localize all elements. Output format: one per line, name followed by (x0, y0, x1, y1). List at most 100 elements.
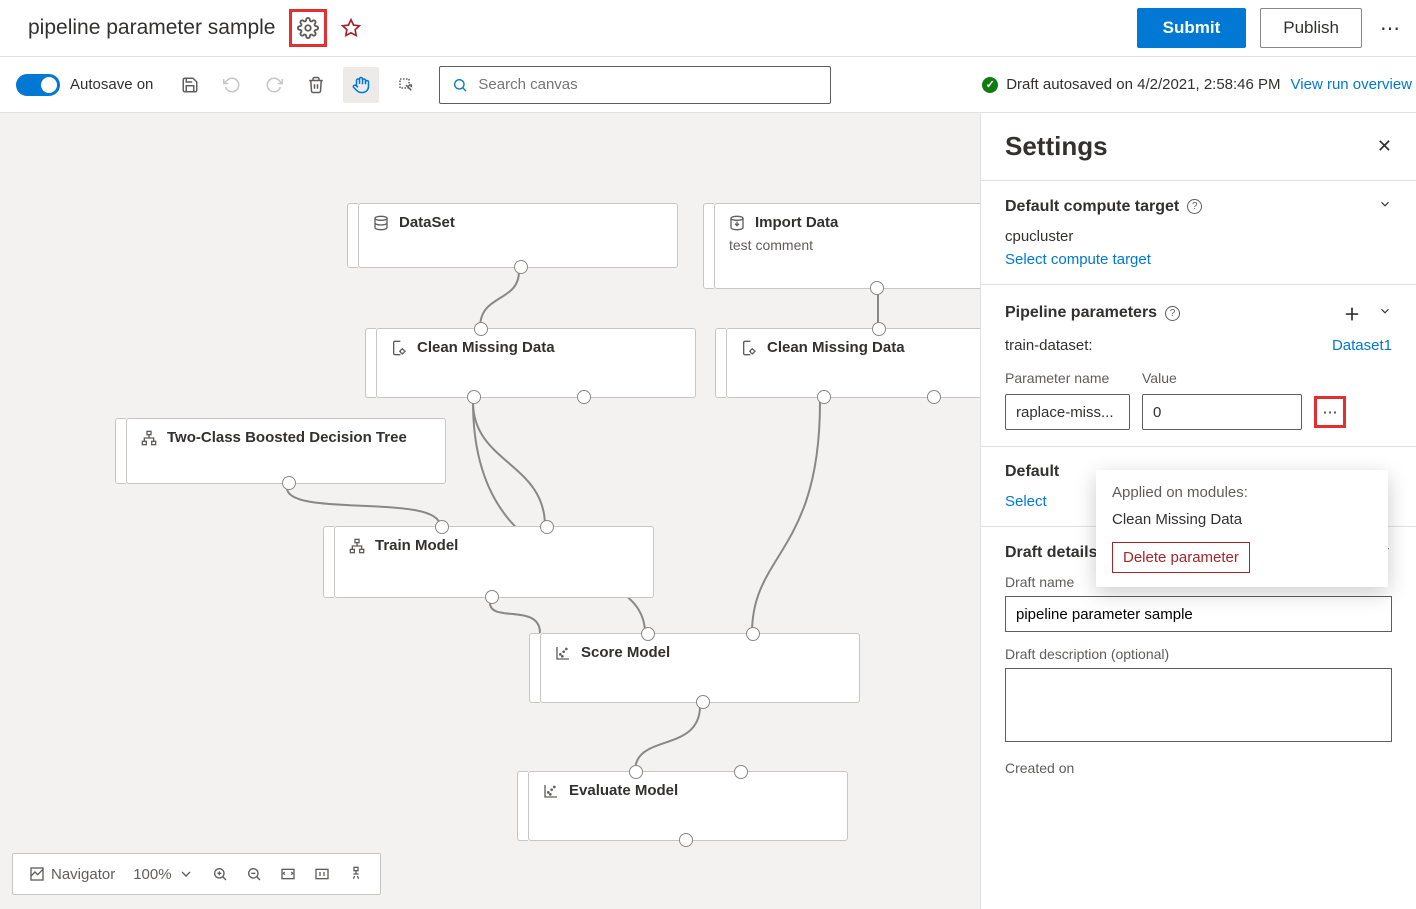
draft-heading: Draft details (1005, 544, 1097, 562)
save-button[interactable] (175, 76, 205, 94)
input-port[interactable] (435, 520, 449, 534)
input-port[interactable] (746, 627, 760, 641)
collapse-button[interactable] (1378, 304, 1392, 323)
settings-gear-button[interactable] (289, 9, 327, 47)
navigator-button[interactable]: Navigator (23, 866, 121, 883)
node-label: DataSet (399, 214, 455, 231)
output-port[interactable] (467, 390, 481, 404)
save-status: Draft autosaved on 4/2/2021, 2:58:46 PM … (982, 76, 1416, 93)
train-dataset-value[interactable]: Dataset1 (1332, 337, 1392, 354)
zoom-out-button[interactable] (240, 866, 268, 882)
output-port[interactable] (577, 390, 591, 404)
node-label: Clean Missing Data (417, 339, 555, 356)
node-label: Import Data (755, 214, 838, 231)
input-port[interactable] (474, 322, 488, 336)
navigator-icon (29, 866, 45, 882)
scatter-icon (543, 783, 559, 799)
search-canvas-input[interactable] (439, 66, 831, 104)
close-settings-button[interactable]: ✕ (1377, 136, 1392, 157)
autosave-label: Autosave on (70, 76, 153, 93)
save-status-text: Draft autosaved on 4/2/2021, 2:58:46 PM (1006, 76, 1280, 93)
node-label: Score Model (581, 644, 670, 661)
draft-name-input[interactable] (1005, 596, 1392, 632)
param-name-label: Parameter name (1005, 370, 1130, 386)
output-port[interactable] (514, 260, 528, 274)
zoom-in-button[interactable] (206, 866, 234, 882)
output-port[interactable] (679, 833, 693, 847)
params-heading: Pipeline parameters (1005, 304, 1157, 322)
undo-icon (223, 76, 241, 94)
view-run-link[interactable]: View run overview (1291, 76, 1412, 93)
search-canvas-field[interactable] (478, 76, 818, 93)
param-value-input[interactable]: 0 (1142, 394, 1302, 430)
zoom-in-icon (212, 866, 228, 882)
output-port[interactable] (870, 281, 884, 295)
collapse-button[interactable] (1378, 197, 1392, 216)
input-port[interactable] (734, 765, 748, 779)
input-port[interactable] (540, 520, 554, 534)
redo-icon (265, 76, 283, 94)
input-port[interactable] (629, 765, 643, 779)
actual-size-button[interactable] (308, 866, 336, 882)
redo-button[interactable] (259, 76, 289, 94)
node-two-class-tree[interactable]: Two-Class Boosted Decision Tree (126, 418, 446, 484)
compute-heading: Default compute target (1005, 198, 1179, 216)
bolt-icon (348, 866, 364, 882)
train-icon (349, 538, 365, 554)
select-datastore-link[interactable]: Select (1005, 493, 1047, 510)
fit-icon (280, 866, 296, 882)
node-label: Train Model (375, 537, 458, 554)
draft-desc-input[interactable] (1005, 668, 1392, 742)
node-dataset[interactable]: DataSet (358, 203, 678, 268)
select-compute-link[interactable]: Select compute target (1005, 251, 1151, 268)
auto-layout-button[interactable] (342, 866, 370, 882)
select-tool-button[interactable] (391, 76, 421, 94)
param-more-button[interactable]: ⋯ (1314, 396, 1346, 428)
save-icon (181, 76, 199, 94)
node-train-model[interactable]: Train Model (334, 526, 654, 598)
delete-parameter-button[interactable]: Delete parameter (1112, 542, 1250, 573)
output-port[interactable] (696, 695, 710, 709)
gear-icon (297, 17, 319, 39)
input-port[interactable] (641, 627, 655, 641)
bottom-toolbar: Navigator 100% (12, 853, 381, 895)
node-evaluate-model[interactable]: Evaluate Model (528, 771, 848, 841)
check-icon (982, 77, 998, 93)
zoom-select[interactable]: 100% (127, 866, 199, 883)
param-context-popup: Applied on modules: Clean Missing Data D… (1096, 470, 1388, 587)
search-icon (452, 77, 468, 93)
header-more-button[interactable]: ⋯ (1380, 16, 1400, 41)
output-port[interactable] (485, 590, 499, 604)
compute-value: cpucluster (1005, 228, 1392, 245)
favorite-star-button[interactable] (341, 18, 361, 38)
popup-module: Clean Missing Data (1112, 511, 1372, 528)
help-icon[interactable]: ? (1187, 199, 1202, 214)
output-port[interactable] (817, 390, 831, 404)
publish-button[interactable]: Publish (1260, 8, 1362, 48)
one-to-one-icon (314, 866, 330, 882)
submit-button[interactable]: Submit (1137, 8, 1247, 48)
popup-header: Applied on modules: (1112, 484, 1372, 501)
delete-button[interactable] (301, 76, 331, 94)
created-on-label: Created on (1005, 760, 1392, 776)
fit-screen-button[interactable] (274, 866, 302, 882)
tree-icon (141, 430, 157, 446)
output-port[interactable] (282, 476, 296, 490)
output-port[interactable] (927, 390, 941, 404)
input-port[interactable] (872, 322, 886, 336)
params-section: Pipeline parameters ? ＋ train-dataset: D… (981, 285, 1416, 447)
node-score-model[interactable]: Score Model (540, 633, 860, 703)
undo-button[interactable] (217, 76, 247, 94)
star-icon (341, 18, 361, 38)
param-name-input[interactable]: raplace-miss... (1005, 394, 1130, 430)
help-icon[interactable]: ? (1165, 306, 1180, 321)
node-clean-missing-1[interactable]: Clean Missing Data (376, 328, 696, 398)
pan-tool-button[interactable] (343, 67, 379, 103)
chevron-down-icon (1378, 197, 1392, 211)
node-label: Clean Missing Data (767, 339, 905, 356)
hand-icon (352, 76, 370, 94)
page-gear-icon (741, 340, 757, 356)
datastore-heading: Default (1005, 463, 1059, 481)
autosave-toggle[interactable] (16, 74, 60, 96)
add-param-button[interactable]: ＋ (1344, 301, 1360, 325)
